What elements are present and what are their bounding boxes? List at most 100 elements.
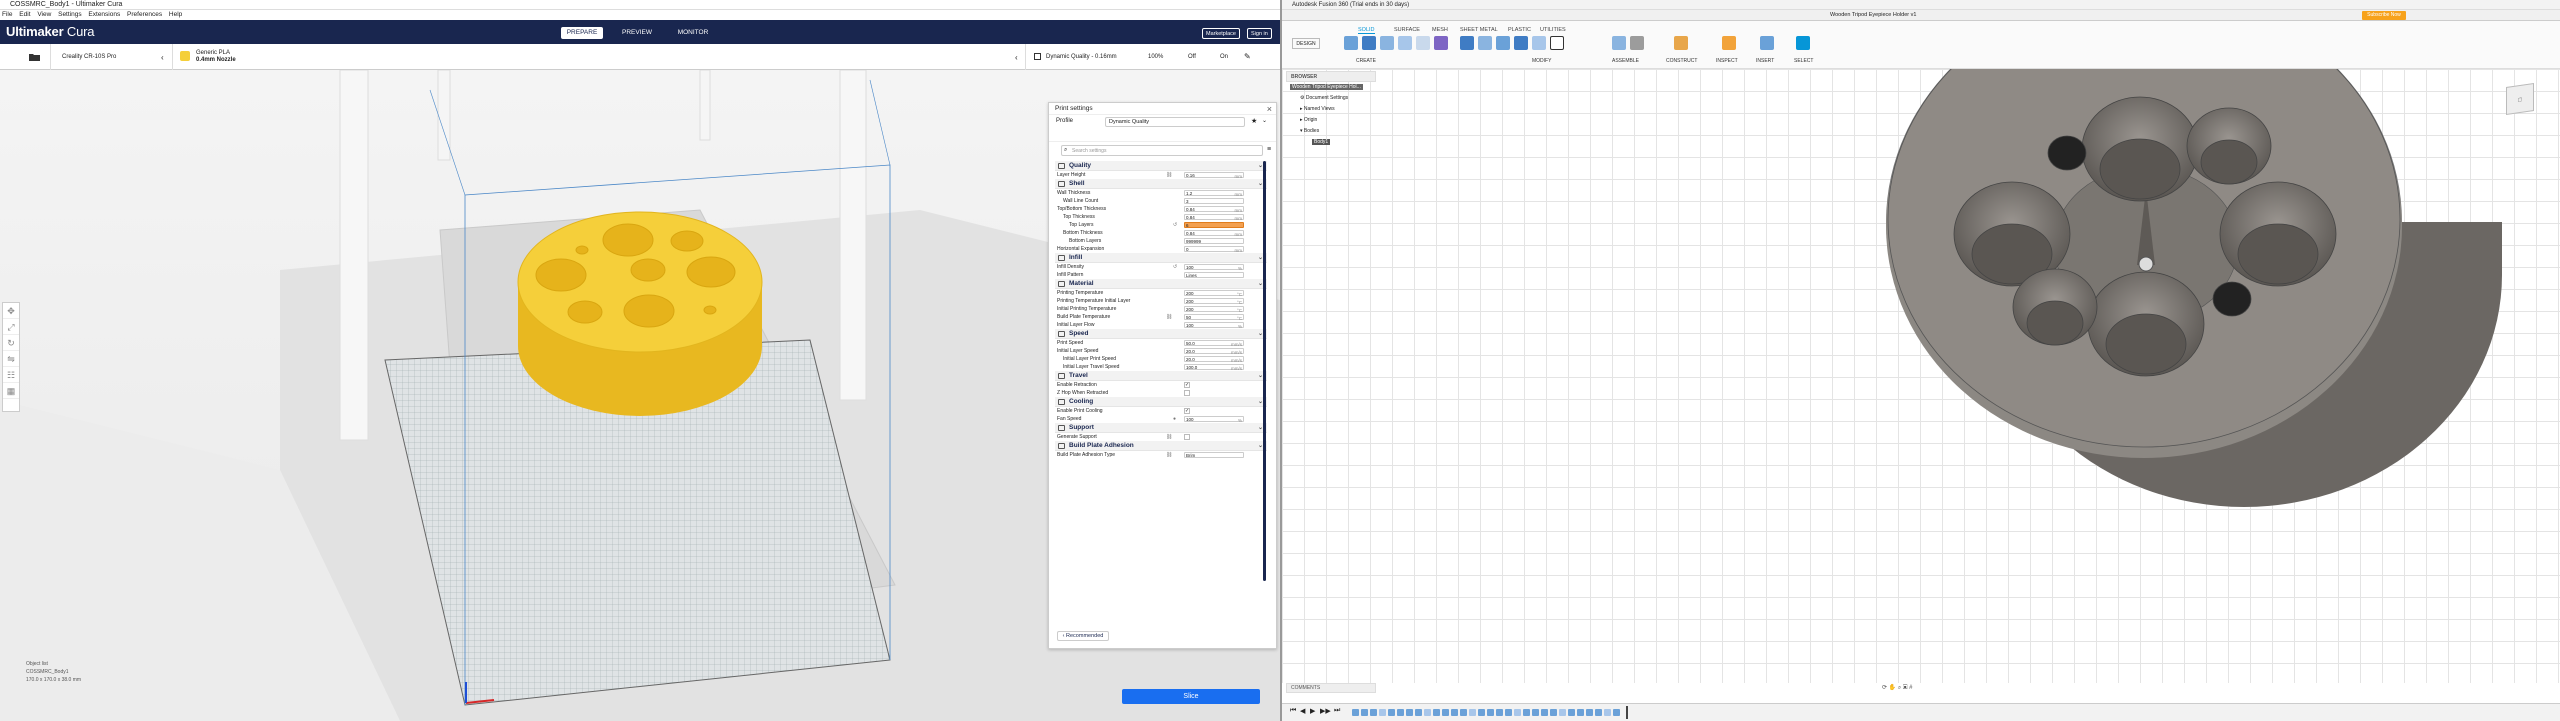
pan-icon[interactable]: ✋	[1889, 685, 1896, 691]
setting-checkbox[interactable]	[1184, 390, 1190, 396]
timeline-feature[interactable]	[1613, 709, 1620, 716]
setting-value[interactable]: 20.0 mm/s	[1184, 356, 1244, 363]
rotate-icon[interactable]: ↻	[3, 335, 19, 351]
setting-value[interactable]: 1.2 mm	[1184, 190, 1244, 197]
move-icon[interactable]: ✥	[3, 303, 19, 319]
timeline-feature[interactable]	[1595, 709, 1602, 716]
timeline-marker[interactable]	[1626, 706, 1628, 719]
object-name[interactable]: COSSMRC_Body1	[26, 668, 81, 676]
settings-category[interactable]: Support ⌄	[1055, 423, 1267, 433]
timeline-feature[interactable]	[1577, 709, 1584, 716]
group-select[interactable]: SELECT	[1794, 58, 1813, 64]
tab-solid[interactable]: SOLID	[1358, 27, 1375, 34]
settings-scrollbar[interactable]	[1263, 161, 1266, 581]
timeline-feature[interactable]	[1451, 709, 1458, 716]
timeline-feature[interactable]	[1586, 709, 1593, 716]
setting-value[interactable]: 200 °C	[1184, 306, 1244, 313]
orbit-icon[interactable]: ⟳	[1882, 685, 1887, 691]
select-icon[interactable]	[1796, 36, 1810, 50]
comments-panel[interactable]: COMMENTS	[1286, 683, 1376, 693]
settings-category[interactable]: Quality ⌄	[1055, 161, 1267, 171]
support-blocker-icon[interactable]: ▦	[3, 383, 19, 399]
info-icon[interactable]: ●	[1173, 415, 1176, 423]
slice-button[interactable]: Slice	[1122, 689, 1260, 704]
close-icon[interactable]: ×	[1267, 103, 1272, 115]
menu-edit[interactable]: Edit	[19, 11, 30, 18]
timeline-feature[interactable]	[1559, 709, 1566, 716]
tab-surface[interactable]: SURFACE	[1394, 27, 1420, 33]
star-icon[interactable]: ★	[1251, 117, 1257, 125]
settings-category[interactable]: Travel ⌄	[1055, 371, 1267, 381]
browser-origin[interactable]: ▸ Origin	[1286, 115, 1376, 126]
timeline-feature[interactable]	[1505, 709, 1512, 716]
menu-icon[interactable]: ≡	[1267, 146, 1271, 153]
timeline-feature[interactable]	[1523, 709, 1530, 716]
chevron-left-icon[interactable]: ‹	[161, 53, 164, 62]
infill-summary[interactable]: 100%	[1148, 54, 1163, 61]
timeline-feature[interactable]	[1469, 709, 1476, 716]
settings-category[interactable]: Material ⌄	[1055, 279, 1267, 289]
settings-category[interactable]: Cooling ⌄	[1055, 397, 1267, 407]
settings-category[interactable]: Build Plate Adhesion ⌄	[1055, 441, 1267, 451]
open-file-icon[interactable]	[28, 52, 42, 62]
tab-prepare[interactable]: PREPARE	[561, 27, 603, 39]
setting-value[interactable]: 100%	[1184, 322, 1244, 329]
grid-icon[interactable]: #	[1909, 685, 1912, 691]
timeline-feature[interactable]	[1433, 709, 1440, 716]
adhesion-summary[interactable]: On	[1220, 54, 1228, 61]
timeline-forward-icon[interactable]: ▶▶	[1320, 707, 1331, 715]
hole-icon[interactable]	[1398, 36, 1412, 50]
move-icon[interactable]	[1550, 36, 1564, 50]
create-form-icon[interactable]	[1434, 36, 1448, 50]
revolve-icon[interactable]	[1380, 36, 1394, 50]
sign-in-button[interactable]: Sign in	[1247, 28, 1272, 39]
setting-value[interactable]: 0.16 mm	[1184, 172, 1244, 179]
document-tab[interactable]: Wooden Tripod Eyepiece Holder v1	[1822, 10, 1924, 21]
group-inspect[interactable]: INSPECT	[1716, 58, 1738, 64]
menu-extensions[interactable]: Extensions	[88, 11, 120, 18]
setting-value[interactable]: 50 °C	[1184, 314, 1244, 321]
settings-category[interactable]: Speed ⌄	[1055, 329, 1267, 339]
chevron-down-icon[interactable]: ⌄	[1262, 117, 1267, 124]
setting-value[interactable]: 20.0 mm/s	[1184, 348, 1244, 355]
group-construct[interactable]: CONSTRUCT	[1666, 58, 1697, 64]
menu-preferences[interactable]: Preferences	[127, 11, 162, 18]
browser-named-views[interactable]: ▸ Named Views	[1286, 104, 1376, 115]
setting-value[interactable]: Brim	[1184, 452, 1244, 458]
per-model-settings-icon[interactable]: ☷	[3, 367, 19, 383]
edit-icon[interactable]: ✎	[1244, 52, 1251, 61]
menu-help[interactable]: Help	[169, 11, 182, 18]
mirror-icon[interactable]: ⇋	[3, 351, 19, 367]
tab-mesh[interactable]: MESH	[1432, 27, 1448, 33]
setting-value[interactable]: 0.84 mm	[1184, 206, 1244, 213]
browser-root-item[interactable]: Wooden Tripod Eyepiece Hol...	[1286, 82, 1376, 93]
joint-icon[interactable]	[1630, 36, 1644, 50]
timeline-play-icon[interactable]: ▶	[1310, 707, 1315, 715]
scale-icon[interactable]: ⤢	[3, 319, 19, 335]
setting-value[interactable]: 100%	[1184, 416, 1244, 423]
menu-file[interactable]: File	[2, 11, 12, 18]
pattern-icon[interactable]	[1416, 36, 1430, 50]
setting-value[interactable]: 3	[1184, 198, 1244, 204]
display-settings-icon[interactable]: ▣	[1903, 685, 1908, 691]
fillet-icon[interactable]	[1478, 36, 1492, 50]
timeline-feature[interactable]	[1406, 709, 1413, 716]
chevron-left-icon[interactable]: ‹	[1015, 53, 1018, 62]
setting-value[interactable]: 100.0 mm/s	[1184, 364, 1244, 371]
setting-checkbox[interactable]	[1184, 434, 1190, 440]
link-icon[interactable]: ⛓	[1166, 433, 1172, 441]
timeline-feature[interactable]	[1361, 709, 1368, 716]
setting-value[interactable]: 50.0 mm/s	[1184, 340, 1244, 347]
timeline-end-icon[interactable]: ⏭	[1334, 707, 1340, 715]
timeline-feature[interactable]	[1496, 709, 1503, 716]
timeline-feature[interactable]	[1397, 709, 1404, 716]
timeline-feature[interactable]	[1442, 709, 1449, 716]
browser-bodies[interactable]: ▾ Bodies	[1286, 126, 1376, 137]
support-summary[interactable]: Off	[1188, 54, 1196, 61]
menu-settings[interactable]: Settings	[58, 11, 82, 18]
setting-value[interactable]: 200 °C	[1184, 298, 1244, 305]
reset-icon[interactable]: ↺	[1173, 263, 1177, 271]
combine-icon[interactable]	[1532, 36, 1546, 50]
timeline-start-icon[interactable]: ⏮	[1290, 707, 1296, 715]
measure-icon[interactable]	[1722, 36, 1736, 50]
